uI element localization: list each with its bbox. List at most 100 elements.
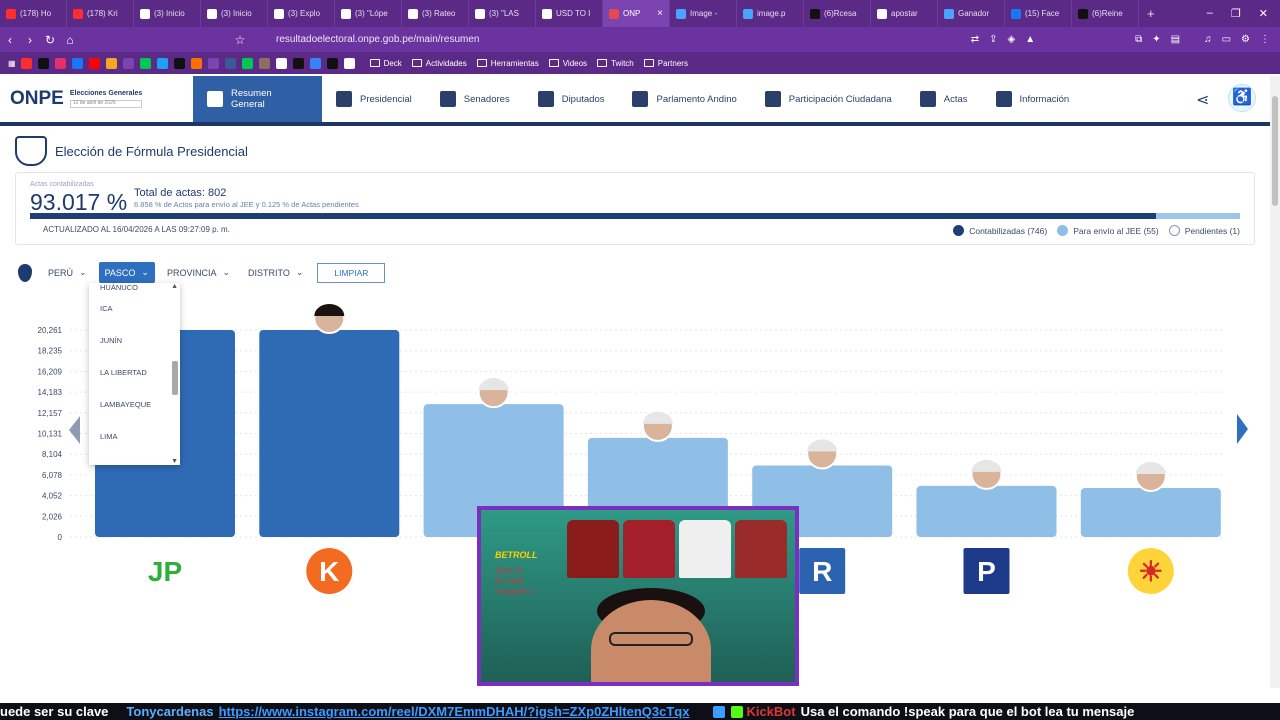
extensions-icon[interactable]: ⧉ bbox=[1135, 34, 1142, 45]
candidate-bar[interactable] bbox=[916, 485, 1057, 537]
share-icon[interactable]: ⋖ bbox=[1196, 90, 1214, 109]
bookmark-favicon-icon[interactable] bbox=[258, 57, 270, 69]
browser-tab[interactable]: (3) "LAS bbox=[469, 0, 536, 27]
translate-icon[interactable]: ⇄ bbox=[971, 34, 979, 45]
nav-item[interactable]: Resumen General bbox=[193, 76, 322, 122]
back-icon[interactable]: ‹ bbox=[0, 33, 20, 47]
bookmark-folder[interactable]: Partners bbox=[643, 59, 688, 68]
dropdown-scrollbar[interactable] bbox=[172, 285, 178, 463]
music-icon[interactable]: ♫ bbox=[1204, 34, 1212, 45]
clear-filters-button[interactable]: LIMPIAR bbox=[317, 262, 386, 283]
bookmark-favicon-icon[interactable] bbox=[190, 57, 202, 69]
nav-item[interactable]: Actas bbox=[906, 76, 982, 122]
bookmark-favicon-icon[interactable] bbox=[88, 57, 100, 69]
bookmark-favicon-icon[interactable] bbox=[54, 57, 66, 69]
bookmark-favicon-icon[interactable] bbox=[173, 57, 185, 69]
bookmark-favicon-icon[interactable] bbox=[20, 57, 32, 69]
puzzle-icon[interactable]: ✦ bbox=[1152, 34, 1160, 45]
bookmark-favicon-icon[interactable] bbox=[343, 57, 355, 69]
tab-close-icon[interactable]: × bbox=[657, 8, 663, 19]
wallet-icon[interactable]: ▭ bbox=[1222, 34, 1231, 45]
browser-tab[interactable]: Image - bbox=[670, 0, 737, 27]
shield-browser-icon[interactable]: ◈ bbox=[1007, 34, 1015, 45]
bookmark-favicon-icon[interactable] bbox=[71, 57, 83, 69]
nav-item[interactable]: Senadores bbox=[426, 76, 524, 122]
url-field[interactable]: resultadoelectoral.onpe.gob.pe/main/resu… bbox=[276, 34, 479, 45]
browser-tab[interactable]: (6)Rcesa bbox=[804, 0, 871, 27]
browser-tab[interactable]: (6)Reine bbox=[1072, 0, 1139, 27]
dropdown-scroll-thumb[interactable] bbox=[172, 361, 178, 395]
browser-tab[interactable]: (178) Kri bbox=[67, 0, 134, 27]
bookmark-favicon-icon[interactable] bbox=[207, 57, 219, 69]
dropdown-option[interactable]: LAMBAYEQUE bbox=[89, 389, 180, 421]
browser-tab[interactable]: (3) Inicio bbox=[201, 0, 268, 27]
nav-item[interactable]: Presidencial bbox=[322, 76, 426, 122]
bookmark-folder[interactable]: Videos bbox=[548, 59, 587, 68]
nav-item[interactable]: Diputados bbox=[524, 76, 619, 122]
scrollbar-thumb[interactable] bbox=[1272, 96, 1278, 206]
browser-tab[interactable]: ONP × bbox=[603, 0, 670, 27]
menu-icon[interactable]: ⋮ bbox=[1260, 34, 1270, 45]
accessibility-icon[interactable]: ♿ bbox=[1228, 84, 1256, 112]
forward-icon[interactable]: › bbox=[20, 33, 40, 47]
browser-tab[interactable]: USD TO I bbox=[536, 0, 603, 27]
browser-tab[interactable]: (15) Face bbox=[1005, 0, 1072, 27]
dropdown-option[interactable]: HUÁNUCO bbox=[89, 283, 180, 293]
bookmark-favicon-icon[interactable] bbox=[275, 57, 287, 69]
bookmark-favicon-icon[interactable] bbox=[326, 57, 338, 69]
candidate-bar[interactable] bbox=[259, 330, 400, 537]
bookmark-favicon-icon[interactable] bbox=[122, 57, 134, 69]
dropdown-option[interactable]: JUNÍN bbox=[89, 325, 180, 357]
chart-next-arrow[interactable] bbox=[1237, 414, 1248, 444]
bookmark-favicon-icon[interactable] bbox=[105, 57, 117, 69]
nav-item[interactable]: Participación Ciudadana bbox=[751, 76, 906, 122]
browser-tab[interactable]: (3) Inicio bbox=[134, 0, 201, 27]
new-tab-button[interactable]: + bbox=[1139, 6, 1163, 21]
bookmark-favicon-icon[interactable] bbox=[37, 57, 49, 69]
bookmark-favicon-icon[interactable] bbox=[292, 57, 304, 69]
browser-tab[interactable]: Ganador bbox=[938, 0, 1005, 27]
dropdown-option[interactable]: LIMA bbox=[89, 421, 180, 453]
filter-select[interactable]: PASCO ⌄ bbox=[98, 262, 155, 283]
bookmark-icon[interactable]: ☆ bbox=[230, 33, 250, 47]
bookmark-favicon-icon[interactable] bbox=[309, 57, 321, 69]
reload-icon[interactable]: ↻ bbox=[40, 33, 60, 47]
bookmark-folder[interactable]: Deck bbox=[369, 59, 402, 68]
bookmark-folder[interactable]: Twitch bbox=[597, 59, 634, 68]
onpe-logo[interactable]: ONPE Elecciones Generales 12 de abril de… bbox=[0, 76, 180, 122]
browser-tab[interactable]: (178) Ho bbox=[0, 0, 67, 27]
bookmark-folder[interactable]: Actividades bbox=[411, 59, 467, 68]
browser-tab[interactable]: image.p bbox=[737, 0, 804, 27]
bookmark-favicon-icon[interactable] bbox=[139, 57, 151, 69]
dropdown-option[interactable]: ICA bbox=[89, 293, 180, 325]
filter-select[interactable]: PROVINCIA ⌄ bbox=[161, 262, 236, 283]
sidebar-icon[interactable]: ▤ bbox=[1171, 34, 1180, 45]
ticker-link[interactable]: https://www.instagram.com/reel/DXM7EmmDH… bbox=[219, 704, 690, 719]
candidate-bar[interactable] bbox=[1080, 487, 1221, 537]
scroll-up-icon[interactable]: ▲ bbox=[171, 283, 178, 290]
bookmark-folder[interactable]: Herramientas bbox=[476, 59, 539, 68]
close-window-button[interactable]: ✕ bbox=[1259, 7, 1268, 20]
filter-select[interactable]: PERÚ ⌄ bbox=[42, 262, 93, 283]
maximize-button[interactable]: ❐ bbox=[1231, 7, 1241, 20]
nav-item[interactable]: Información bbox=[982, 76, 1084, 122]
browser-tab[interactable]: (3) Explo bbox=[268, 0, 335, 27]
scroll-down-icon[interactable]: ▼ bbox=[171, 458, 178, 465]
bookmark-favicon-icon[interactable] bbox=[156, 57, 168, 69]
bookmark-favicon-icon[interactable] bbox=[241, 57, 253, 69]
bookmark-favicon-icon[interactable] bbox=[224, 57, 236, 69]
nav-item[interactable]: Parlamento Andino bbox=[618, 76, 750, 122]
share-page-icon[interactable]: ⇪ bbox=[989, 34, 997, 45]
apps-icon[interactable]: ▦ bbox=[8, 59, 16, 68]
browser-tab[interactable]: (3) Rateo bbox=[402, 0, 469, 27]
browser-tab[interactable]: (3) "Lópe bbox=[335, 0, 402, 27]
filter-select[interactable]: DISTRITO ⌄ bbox=[242, 262, 309, 283]
department-dropdown[interactable]: HUÁNUCO ICA JUNÍN LA LIBERTAD LAMBAYEQUE LIMA… bbox=[89, 283, 180, 465]
home-icon[interactable]: ⌂ bbox=[60, 33, 80, 47]
dropdown-option[interactable]: LA LIBERTAD bbox=[89, 357, 180, 389]
minimize-button[interactable]: – bbox=[1207, 7, 1213, 20]
alert-icon[interactable]: ▲ bbox=[1025, 34, 1035, 45]
browser-tab[interactable]: apostar bbox=[871, 0, 938, 27]
settings-icon[interactable]: ⚙ bbox=[1241, 34, 1250, 45]
chart-prev-arrow[interactable] bbox=[69, 416, 80, 444]
